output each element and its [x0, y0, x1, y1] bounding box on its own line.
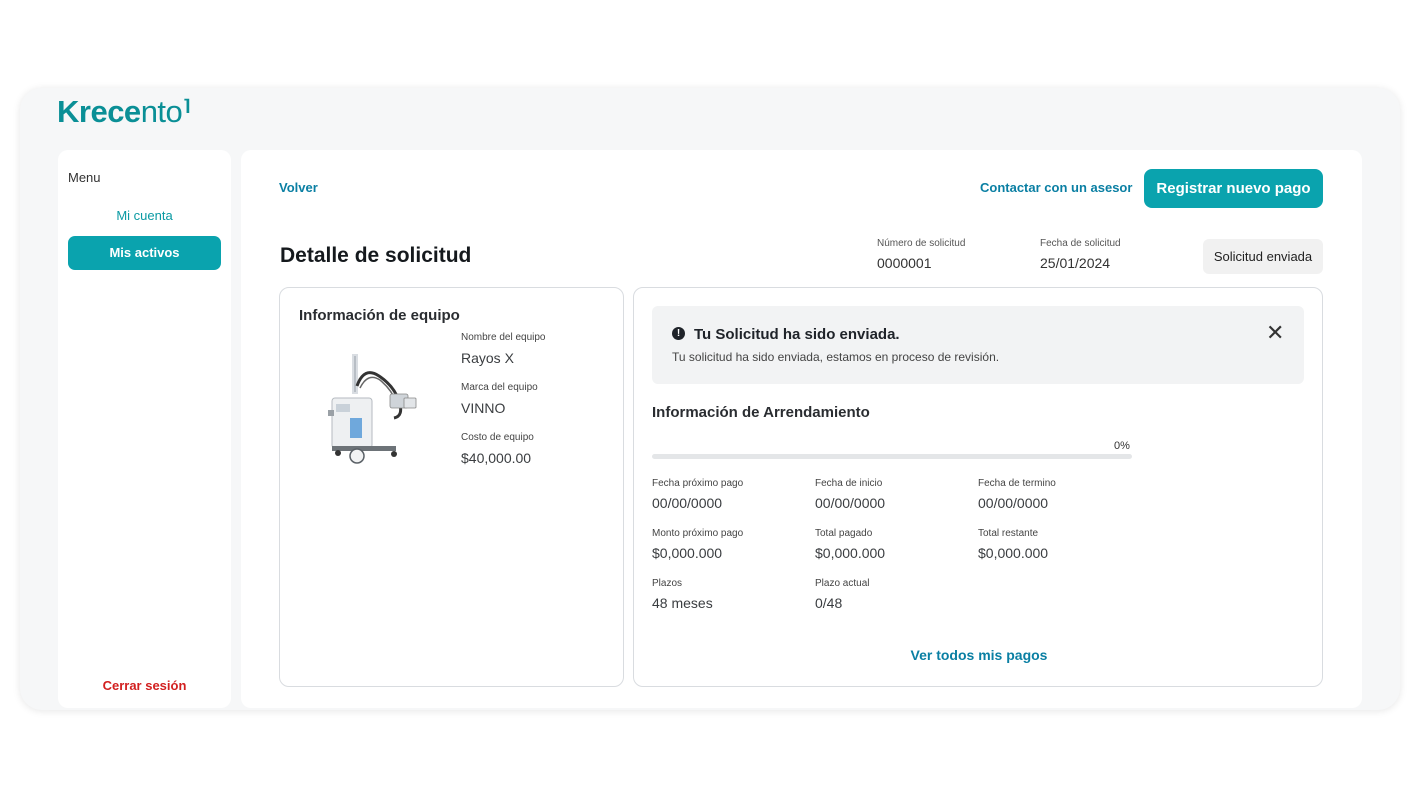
- current-term-value: 0/48: [815, 595, 843, 611]
- current-term-label: Plazo actual: [815, 578, 870, 589]
- start-date-value: 00/00/0000: [815, 495, 886, 511]
- main-panel: Volver Contactar con un asesor Registrar…: [241, 150, 1362, 708]
- alert-body: Tu solicitud ha sido enviada, estamos en…: [672, 350, 1000, 364]
- sidebar: Menu Mi cuenta Mis activos Cerrar sesión: [58, 150, 231, 708]
- info-icon: !: [672, 327, 685, 340]
- equipment-brand-value: VINNO: [461, 400, 506, 416]
- sidebar-item-mi-cuenta[interactable]: Mi cuenta: [68, 202, 221, 230]
- end-date-value: 00/00/0000: [978, 495, 1049, 511]
- next-payment-date-value: 00/00/0000: [652, 495, 723, 511]
- back-link[interactable]: Volver: [279, 180, 318, 195]
- sidebar-item-mis-activos[interactable]: Mis activos: [68, 236, 221, 270]
- xray-machine-image: [328, 354, 417, 464]
- lease-info-title: Información de Arrendamiento: [652, 404, 870, 421]
- see-all-payments-link[interactable]: Ver todos mis pagos: [634, 647, 1324, 663]
- start-date-label: Fecha de inicio: [815, 478, 883, 489]
- alert-title: Tu Solicitud ha sido enviada.: [694, 326, 900, 343]
- equipment-name-value: Rayos X: [461, 350, 514, 366]
- terms-value: 48 meses: [652, 595, 713, 611]
- request-date-value: 25/01/2024: [1040, 255, 1111, 271]
- next-payment-amount-label: Monto próximo pago: [652, 528, 744, 539]
- register-payment-button[interactable]: Registrar nuevo pago: [1144, 169, 1323, 208]
- page-title: Detalle de solicitud: [280, 244, 472, 267]
- logout-button[interactable]: Cerrar sesión: [68, 678, 221, 693]
- terms-label: Plazos: [652, 578, 683, 589]
- close-icon[interactable]: ✕: [1266, 322, 1284, 344]
- equipment-cost-label: Costo de equipo: [461, 432, 534, 443]
- total-remaining-value: $0,000.000: [978, 545, 1049, 561]
- lease-card: ! Tu Solicitud ha sido enviada. Tu solic…: [633, 287, 1323, 687]
- submission-alert: ! Tu Solicitud ha sido enviada. Tu solic…: [652, 306, 1304, 384]
- total-paid-value: $0,000.000: [815, 545, 886, 561]
- end-date-label: Fecha de termino: [978, 478, 1056, 489]
- equipment-cost-value: $40,000.00: [461, 450, 532, 466]
- next-payment-amount-value: $0,000.000: [652, 545, 723, 561]
- krecento-logo[interactable]: Krecento⌉: [57, 94, 191, 130]
- menu-heading: Menu: [68, 170, 101, 185]
- equipment-name-label: Nombre del equipo: [461, 332, 546, 343]
- contact-advisor-link[interactable]: Contactar con un asesor: [980, 180, 1132, 195]
- app-window: Krecento⌉ Menu Mi cuenta Mis activos Cer…: [20, 88, 1400, 710]
- total-remaining-label: Total restante: [978, 528, 1039, 539]
- total-paid-label: Total pagado: [815, 528, 873, 539]
- equipment-card: Información de equipo Nombre del equipo …: [279, 287, 624, 687]
- request-date-label: Fecha de solicitud: [1040, 238, 1121, 249]
- request-number-label: Número de solicitud: [877, 238, 966, 249]
- progress-bar: [652, 454, 1132, 459]
- equipment-card-title: Información de equipo: [299, 307, 460, 324]
- equipment-brand-label: Marca del equipo: [461, 382, 538, 393]
- progress-percent: 0%: [1114, 440, 1130, 452]
- request-number-value: 0000001: [877, 255, 932, 271]
- next-payment-date-label: Fecha próximo pago: [652, 478, 744, 489]
- status-badge: Solicitud enviada: [1203, 239, 1323, 274]
